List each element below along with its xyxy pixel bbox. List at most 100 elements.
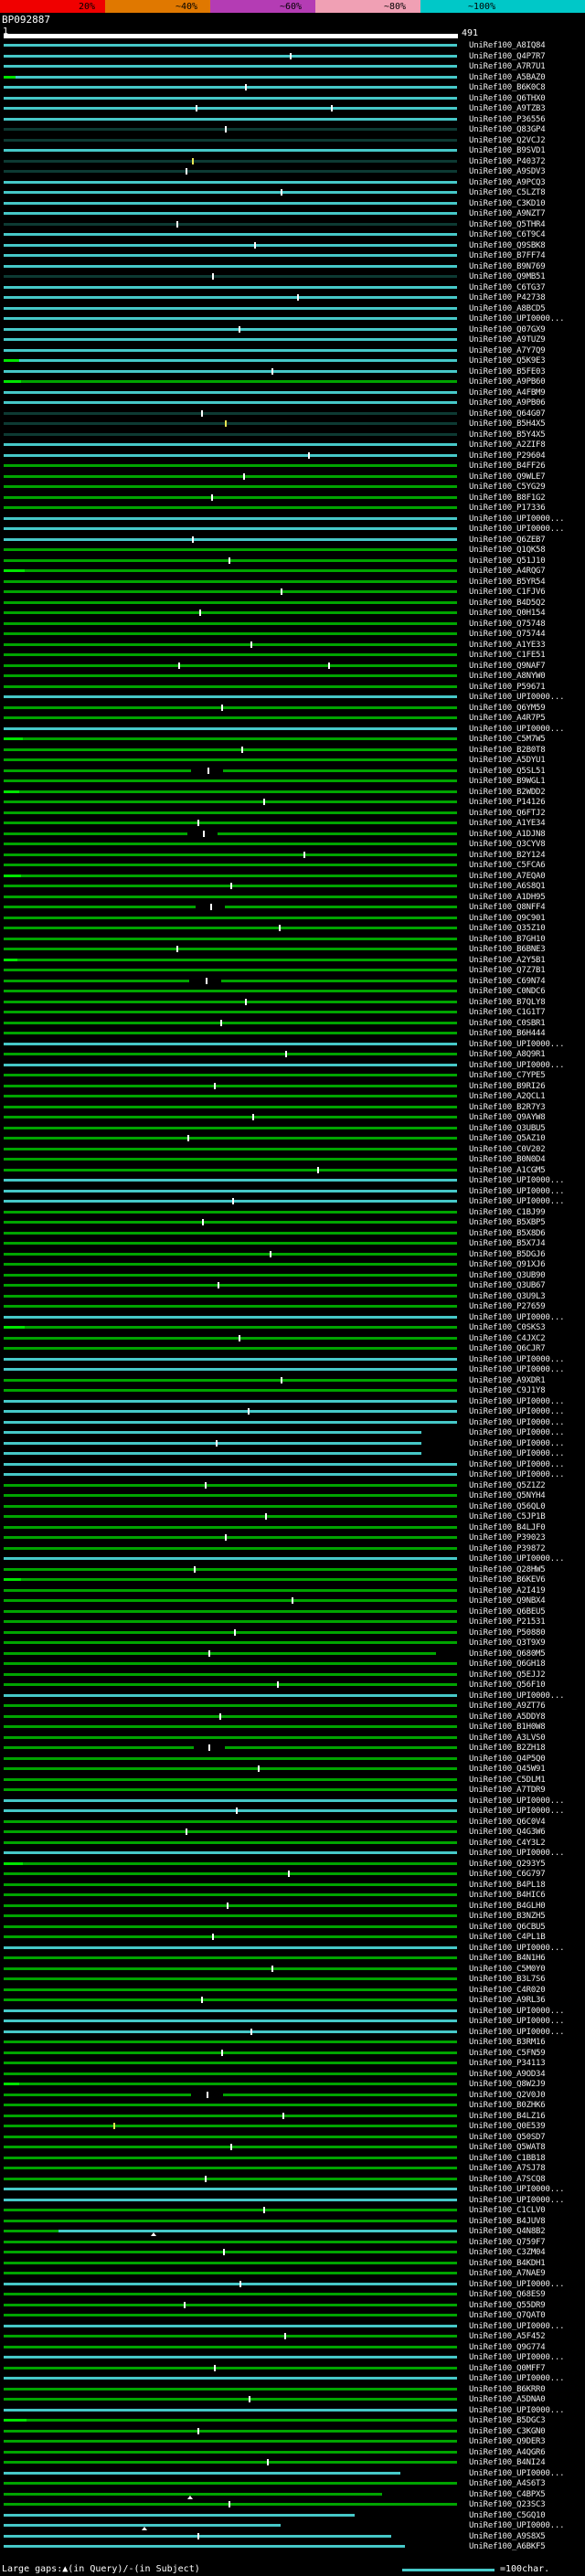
alignment-row[interactable]: UniRef100_Q5AZ10 — [0, 1133, 585, 1144]
hit-bar-segment[interactable] — [4, 1799, 457, 1802]
hit-label[interactable]: UniRef100_Q4G3W6 — [469, 1828, 546, 1837]
hit-bar-segment[interactable] — [4, 1578, 21, 1581]
hit-bar-segment[interactable] — [4, 1316, 457, 1319]
alignment-row[interactable]: UniRef100_Q35Z10 — [0, 923, 585, 934]
hit-bar-segment[interactable] — [4, 2209, 457, 2211]
hit-label[interactable]: UniRef100_B6H444 — [469, 1029, 546, 1038]
hit-bar-segment[interactable] — [4, 2388, 457, 2390]
hit-label[interactable]: UniRef100_Q9WLE7 — [469, 472, 546, 482]
hit-label[interactable]: UniRef100_C5GQ10 — [469, 2511, 546, 2520]
alignment-row[interactable]: UniRef100_UPI0000... — [0, 1364, 585, 1375]
hit-bar-segment[interactable] — [4, 1190, 457, 1193]
hit-bar-segment[interactable] — [17, 959, 457, 961]
hit-label[interactable]: UniRef100_UPI0000... — [469, 1807, 564, 1816]
hit-label[interactable]: UniRef100_B2ZH18 — [469, 1744, 546, 1753]
alignment-row[interactable]: UniRef100_UPI0000... — [0, 1175, 585, 1186]
alignment-row[interactable]: UniRef100_C5FN59 — [0, 2048, 585, 2059]
alignment-row[interactable]: UniRef100_Q28HW5 — [0, 1564, 585, 1575]
hit-label[interactable]: UniRef100_UPI0000... — [469, 314, 564, 323]
hit-label[interactable]: UniRef100_B2R7Y3 — [469, 1103, 546, 1112]
hit-label[interactable]: UniRef100_UPI0000... — [469, 1061, 564, 1070]
alignment-row[interactable]: UniRef100_C6TG37 — [0, 282, 585, 293]
hit-bar-segment[interactable] — [4, 2188, 457, 2190]
hit-label[interactable]: UniRef100_A5DDY8 — [469, 1712, 546, 1722]
hit-label[interactable]: UniRef100_UPI0000... — [469, 2007, 564, 2016]
hit-label[interactable]: UniRef100_Q5WAT8 — [469, 2143, 546, 2152]
hit-label[interactable]: UniRef100_A7NAE9 — [469, 2269, 546, 2278]
hit-bar-segment[interactable] — [4, 1830, 457, 1833]
hit-bar-segment[interactable] — [4, 401, 457, 404]
hit-bar-segment[interactable] — [4, 2051, 457, 2054]
hit-bar-segment[interactable] — [4, 822, 457, 824]
alignment-row[interactable]: UniRef100_UPI0000... — [0, 692, 585, 703]
alignment-row[interactable]: UniRef100_Q83GP4 — [0, 124, 585, 135]
alignment-row[interactable]: UniRef100_B3L7S6 — [0, 1974, 585, 1985]
hit-bar-segment[interactable] — [4, 1022, 457, 1024]
hit-label[interactable]: UniRef100_P17336 — [469, 504, 546, 513]
hit-bar-segment[interactable] — [4, 875, 21, 877]
hit-bar-segment[interactable] — [4, 1557, 457, 1560]
hit-label[interactable]: UniRef100_C0SKS3 — [469, 1323, 546, 1332]
hit-label[interactable]: UniRef100_A3LVS0 — [469, 1733, 546, 1743]
hit-label[interactable]: UniRef100_B1H0W8 — [469, 1723, 546, 1732]
hit-label[interactable]: UniRef100_Q3UB67 — [469, 1281, 546, 1290]
hit-label[interactable]: UniRef100_B5X8D6 — [469, 1229, 546, 1238]
hit-label[interactable]: UniRef100_P36556 — [469, 115, 546, 124]
hit-bar-segment[interactable] — [4, 359, 19, 362]
hit-bar-segment[interactable] — [4, 2377, 457, 2380]
hit-bar-segment[interactable] — [4, 55, 457, 58]
hit-bar-segment[interactable] — [4, 191, 457, 194]
alignment-row[interactable]: UniRef100_B9WGL1 — [0, 776, 585, 787]
alignment-row[interactable]: UniRef100_B4LZ16 — [0, 2111, 585, 2122]
hit-bar-segment[interactable] — [4, 1253, 457, 1256]
hit-bar-segment[interactable] — [4, 2167, 457, 2169]
alignment-row[interactable]: UniRef100_C4BPX5 — [0, 2489, 585, 2500]
alignment-row[interactable]: UniRef100_C5M0Y0 — [0, 1964, 585, 1975]
hit-bar-segment[interactable] — [4, 548, 457, 551]
hit-bar-segment[interactable] — [4, 2304, 457, 2306]
hit-bar-segment[interactable] — [4, 1053, 457, 1055]
alignment-row[interactable]: UniRef100_P36556 — [0, 114, 585, 125]
hit-bar-segment[interactable] — [4, 1211, 457, 1214]
hit-bar-segment[interactable] — [225, 906, 457, 908]
hit-bar-segment[interactable] — [4, 2041, 457, 2043]
hit-bar-segment[interactable] — [4, 349, 457, 352]
hit-label[interactable]: UniRef100_A9TUZ9 — [469, 335, 546, 345]
hit-label[interactable]: UniRef100_Q6FTJ2 — [469, 809, 546, 818]
alignment-row[interactable]: UniRef100_Q9G774 — [0, 2342, 585, 2353]
alignment-row[interactable]: UniRef100_Q5SL51 — [0, 766, 585, 777]
alignment-row[interactable]: UniRef100_A9XDR1 — [0, 1375, 585, 1386]
alignment-row[interactable]: UniRef100_B4N1H6 — [0, 1953, 585, 1964]
hit-bar-segment[interactable] — [4, 317, 457, 320]
hit-bar-segment[interactable] — [4, 695, 457, 698]
alignment-row[interactable]: UniRef100_B5DGJ6 — [0, 1249, 585, 1260]
alignment-row[interactable]: UniRef100_A4RQG7 — [0, 566, 585, 577]
alignment-row[interactable]: UniRef100_UPI0000... — [0, 1354, 585, 1365]
alignment-row[interactable]: UniRef100_C6G797 — [0, 1869, 585, 1880]
hit-bar-segment[interactable] — [4, 706, 457, 709]
hit-label[interactable]: UniRef100_Q75748 — [469, 620, 546, 629]
alignment-row[interactable]: UniRef100_A1DH95 — [0, 892, 585, 903]
alignment-row[interactable]: UniRef100_B5DGC3 — [0, 2415, 585, 2426]
hit-bar-segment[interactable] — [4, 2503, 457, 2506]
hit-bar-segment[interactable] — [4, 496, 457, 499]
hit-label[interactable]: UniRef100_A9ZT76 — [469, 1701, 546, 1711]
hit-label[interactable]: UniRef100_UPI0000... — [469, 1449, 564, 1458]
hit-bar-segment[interactable] — [4, 2009, 457, 2012]
hit-label[interactable]: UniRef100_B9N769 — [469, 262, 546, 271]
hit-bar-segment[interactable] — [4, 1662, 457, 1665]
alignment-row[interactable]: UniRef100_UPI0000... — [0, 2468, 585, 2479]
alignment-row[interactable]: UniRef100_B9N769 — [0, 261, 585, 272]
hit-bar-segment[interactable] — [4, 1431, 421, 1434]
hit-bar-segment[interactable] — [4, 632, 457, 635]
hit-label[interactable]: UniRef100_A8BCD5 — [469, 304, 546, 313]
hit-bar-segment[interactable] — [4, 611, 457, 614]
hit-bar-segment[interactable] — [4, 254, 457, 257]
alignment-row[interactable]: UniRef100_P40372 — [0, 156, 585, 167]
hit-bar-segment[interactable] — [4, 2451, 457, 2454]
hit-label[interactable]: UniRef100_Q23SC3 — [469, 2500, 546, 2509]
alignment-row[interactable]: UniRef100_UPI0000... — [0, 1448, 585, 1459]
alignment-row[interactable]: UniRef100_UPI0000... — [0, 2006, 585, 2017]
hit-label[interactable]: UniRef100_UPI0000... — [469, 1397, 564, 1406]
hit-label[interactable]: UniRef100_B4NI24 — [469, 2458, 546, 2467]
